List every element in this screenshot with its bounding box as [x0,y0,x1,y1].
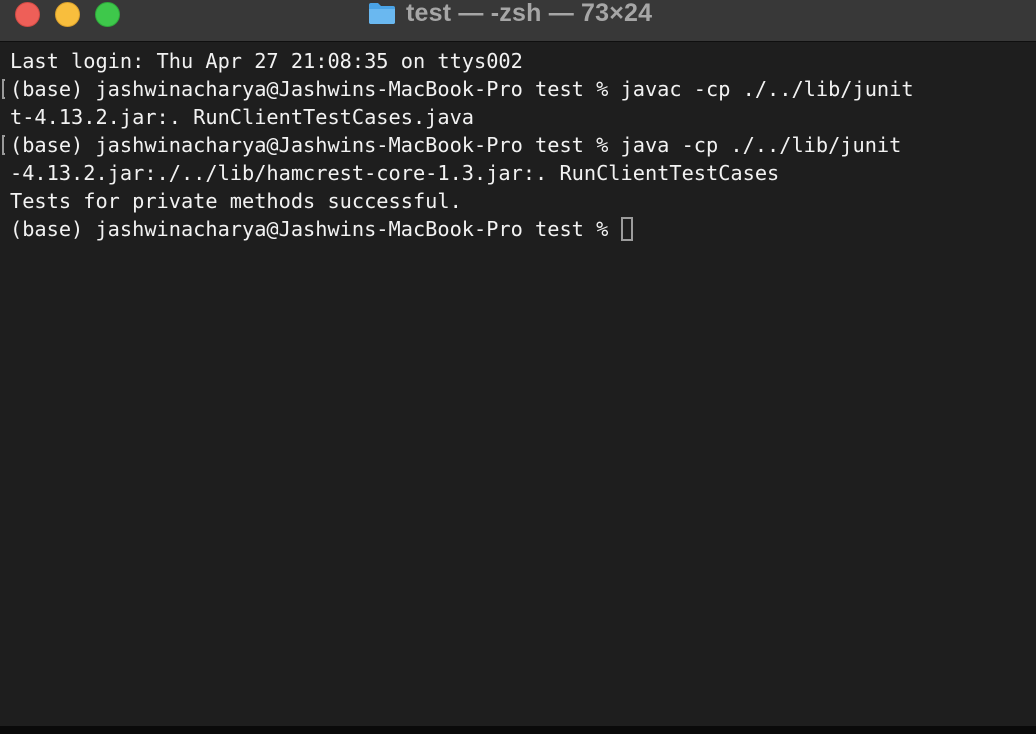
zoom-button[interactable] [95,2,120,27]
minimize-button[interactable] [55,2,80,27]
command-mark [2,79,5,99]
terminal-line: Tests for private methods successful. [10,189,462,213]
prompt-line: (base) jashwinacharya@Jashwins-MacBook-P… [10,215,633,243]
window-bottom-edge [0,726,1036,734]
command-mark [2,135,5,155]
window-title-text: test — -zsh — 73×24 [406,0,653,27]
terminal-line: (base) jashwinacharya@Jashwins-MacBook-P… [10,77,914,101]
terminal-line: -4.13.2.jar:./../lib/hamcrest-core-1.3.j… [10,161,780,185]
terminal-line: t-4.13.2.jar:. RunClientTestCases.java [10,105,474,129]
terminal-line: (base) jashwinacharya@Jashwins-MacBook-P… [10,133,902,157]
terminal-line: Last login: Thu Apr 27 21:08:35 on ttys0… [10,49,523,73]
terminal-output[interactable]: Last login: Thu Apr 27 21:08:35 on ttys0… [0,42,1036,726]
title-bar[interactable]: test — -zsh — 73×24 [0,0,1036,42]
prompt-text: (base) jashwinacharya@Jashwins-MacBook-P… [10,217,621,241]
terminal-window: test — -zsh — 73×24 Last login: Thu Apr … [0,0,1036,734]
text-cursor [620,217,633,241]
close-button[interactable] [15,2,40,27]
window-title: test — -zsh — 73×24 [368,0,652,30]
folder-icon [369,3,395,24]
